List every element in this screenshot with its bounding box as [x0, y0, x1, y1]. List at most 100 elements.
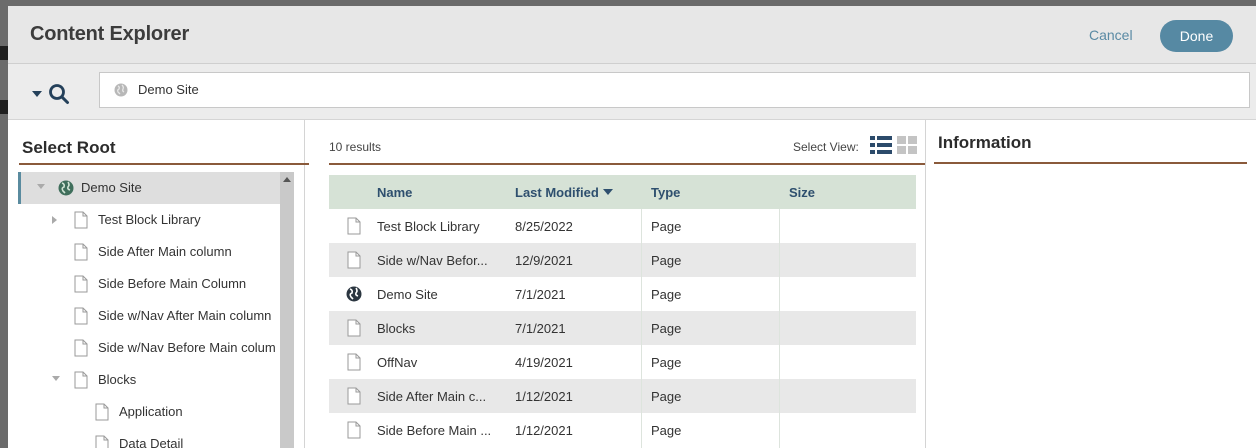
- column-divider: [641, 209, 642, 448]
- page-icon: [74, 307, 88, 325]
- column-header-type[interactable]: Type: [651, 185, 680, 200]
- results-table: Name Last Modified Type Size Test Block …: [329, 175, 916, 448]
- information-title: Information: [938, 133, 1032, 152]
- page-icon: [347, 319, 361, 337]
- search-icon[interactable]: [47, 82, 71, 106]
- page-icon: [74, 275, 88, 293]
- cell-type: Page: [651, 355, 682, 370]
- globe-icon: [58, 180, 74, 196]
- tree-item-label: Side w/Nav After Main column: [98, 308, 272, 323]
- expand-down-icon[interactable]: [52, 376, 60, 381]
- cell-modified: 12/9/2021: [515, 253, 573, 268]
- table-row[interactable]: Demo Site 7/1/2021 Page: [329, 277, 916, 311]
- tree-scrollbar[interactable]: [280, 172, 294, 448]
- page-icon: [347, 387, 361, 405]
- content-explorer-dialog: Content Explorer Cancel Done Demo Site S…: [8, 6, 1256, 448]
- cancel-button[interactable]: Cancel: [1089, 27, 1133, 43]
- tree-item-label: Blocks: [98, 372, 137, 387]
- divider: [329, 163, 925, 165]
- select-view-label: Select View:: [793, 140, 859, 154]
- scroll-up-icon[interactable]: [283, 177, 291, 182]
- page-icon: [74, 211, 88, 229]
- content-area: Select Root Demo Site Test Block Library S…: [8, 120, 1256, 448]
- column-header-name[interactable]: Name: [377, 185, 412, 200]
- page-icon: [95, 403, 109, 421]
- information-panel: Information: [925, 120, 1256, 448]
- tree-item[interactable]: Blocks: [18, 364, 280, 396]
- table-row[interactable]: Side w/Nav Befor... 12/9/2021 Page: [329, 243, 916, 277]
- cell-name: Side w/Nav Befor...: [377, 253, 488, 268]
- globe-icon: [346, 286, 362, 302]
- table-row[interactable]: Side After Main c... 1/12/2021 Page: [329, 379, 916, 413]
- cell-modified: 1/12/2021: [515, 389, 573, 404]
- tree-item[interactable]: Application: [18, 396, 280, 428]
- select-root-title: Select Root: [22, 138, 116, 157]
- caret-down-icon[interactable]: [32, 91, 42, 97]
- column-header-size[interactable]: Size: [789, 185, 815, 200]
- tree-item[interactable]: Test Block Library: [18, 204, 280, 236]
- tree-item-label: Demo Site: [81, 180, 142, 195]
- column-divider: [779, 209, 780, 448]
- cell-modified: 7/1/2021: [515, 321, 566, 336]
- tree-item[interactable]: Side w/Nav After Main column: [18, 300, 280, 332]
- cell-type: Page: [651, 321, 682, 336]
- cell-type: Page: [651, 287, 682, 302]
- divider: [19, 163, 309, 165]
- page-icon: [74, 339, 88, 357]
- tree-item-label: Side w/Nav Before Main colum: [98, 340, 276, 355]
- cell-type: Page: [651, 253, 682, 268]
- backdrop-edge: [0, 0, 8, 448]
- page-icon: [347, 217, 361, 235]
- cell-name: Side Before Main ...: [377, 423, 492, 438]
- results-panel: 10 results Select View: Name Last Modifi…: [318, 120, 925, 448]
- table-row[interactable]: Side Before Main ... 1/12/2021 Page: [329, 413, 916, 447]
- cell-type: Page: [651, 219, 682, 234]
- cell-name: Blocks: [377, 321, 416, 336]
- tree-item[interactable]: Demo Site: [18, 172, 280, 204]
- tree-item[interactable]: Data Detail: [18, 428, 280, 448]
- cell-name: Side After Main c...: [377, 389, 487, 404]
- expand-down-icon[interactable]: [37, 184, 45, 189]
- column-header-last-modified[interactable]: Last Modified: [515, 185, 613, 200]
- page-icon: [347, 421, 361, 439]
- cell-modified: 7/1/2021: [515, 287, 566, 302]
- done-button[interactable]: Done: [1160, 20, 1233, 52]
- tree-item[interactable]: Side After Main column: [18, 236, 280, 268]
- list-view-icon[interactable]: [870, 136, 892, 154]
- scrollbar-thumb[interactable]: [280, 186, 294, 448]
- tree-item-label: Application: [119, 404, 183, 419]
- table-row[interactable]: Test Block Library 8/25/2022 Page: [329, 209, 916, 243]
- cell-modified: 1/12/2021: [515, 423, 573, 438]
- search-input[interactable]: Demo Site: [99, 72, 1250, 108]
- dialog-title: Content Explorer: [30, 23, 190, 45]
- page-icon: [74, 371, 88, 389]
- cell-name: Demo Site: [377, 287, 438, 302]
- tree-item-label: Side Before Main Column: [98, 276, 247, 291]
- cell-modified: 4/19/2021: [515, 355, 573, 370]
- expand-right-icon[interactable]: [52, 216, 57, 224]
- cell-type: Page: [651, 423, 682, 438]
- column-header-label: Last Modified: [515, 185, 599, 200]
- cell-name: OffNav: [377, 355, 418, 370]
- backdrop-marker: [0, 100, 8, 114]
- page-icon: [74, 243, 88, 261]
- dialog-header: Content Explorer Cancel Done: [8, 6, 1256, 64]
- backdrop-marker: [0, 46, 8, 60]
- search-bar: Demo Site: [8, 64, 1256, 120]
- tree-item[interactable]: Side w/Nav Before Main colum: [18, 332, 280, 364]
- tree-item-label: Data Detail: [119, 436, 184, 448]
- tree-item[interactable]: Side Before Main Column: [18, 268, 280, 300]
- divider: [934, 162, 1247, 164]
- screen: Content Explorer Cancel Done Demo Site S…: [0, 0, 1256, 448]
- search-value: Demo Site: [138, 82, 199, 97]
- globe-icon: [114, 83, 128, 97]
- table-row[interactable]: OffNav 4/19/2021 Page: [329, 345, 916, 379]
- table-header: Name Last Modified Type Size: [329, 175, 916, 209]
- table-row[interactable]: Blocks 7/1/2021 Page: [329, 311, 916, 345]
- grid-view-icon[interactable]: [897, 136, 917, 154]
- tree-item-label: Test Block Library: [98, 212, 201, 227]
- page-icon: [95, 435, 109, 448]
- select-root-panel: Select Root Demo Site Test Block Library S…: [8, 120, 309, 448]
- cell-modified: 8/25/2022: [515, 219, 573, 234]
- root-tree: Demo Site Test Block Library Side After Ma…: [18, 172, 280, 448]
